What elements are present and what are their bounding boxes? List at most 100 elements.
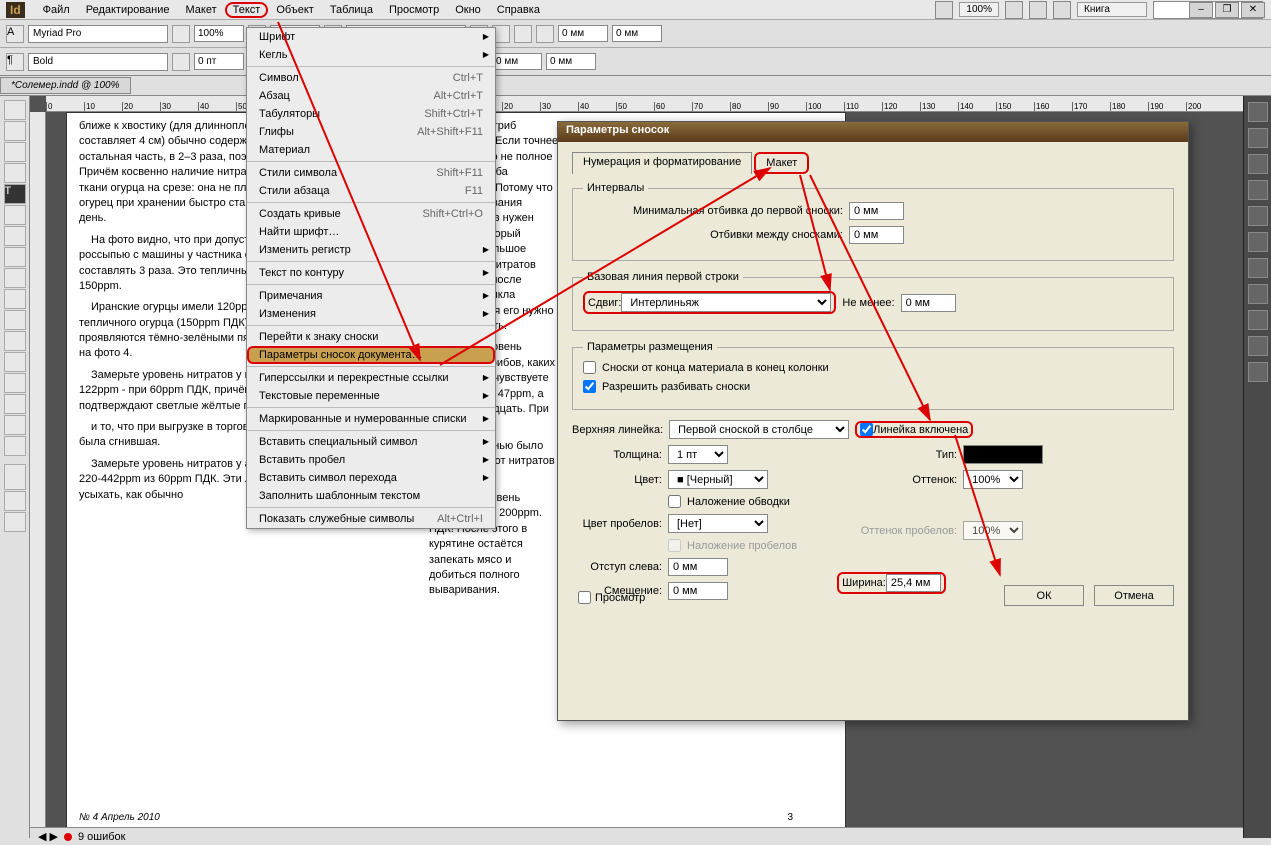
select-color[interactable]: ■ [Черный] [668, 470, 768, 489]
error-count[interactable]: 9 ошибок [78, 831, 126, 843]
menu-item[interactable]: Изменить регистр [247, 241, 495, 259]
select-tint[interactable]: 100% [963, 470, 1023, 489]
document-tab[interactable]: *Солемер.indd @ 100% [0, 77, 131, 94]
rect-tool[interactable] [4, 289, 26, 309]
menu-item[interactable]: Стили абзацаF11 [247, 182, 495, 200]
page-nav[interactable]: ◀ ▶ [38, 830, 58, 843]
rect-frame-tool[interactable] [4, 268, 26, 288]
story-icon[interactable] [1248, 336, 1268, 356]
font-family[interactable]: Myriad Pro [28, 25, 168, 43]
menu-item[interactable]: Вставить пробел [247, 451, 495, 469]
swatches-panel-icon[interactable] [1248, 232, 1268, 252]
leading[interactable]: 0 пт [194, 53, 244, 70]
color-panel-icon[interactable] [1248, 206, 1268, 226]
menu-item[interactable]: Стили символаShift+F11 [247, 164, 495, 182]
glyphs-icon[interactable] [1248, 310, 1268, 330]
bridge-icon[interactable] [935, 1, 953, 19]
hscale[interactable]: 100% [194, 25, 244, 42]
input-width[interactable] [886, 574, 941, 592]
gradient-tool[interactable] [4, 352, 26, 372]
screen-mode[interactable] [4, 512, 26, 532]
workspace-icon[interactable] [1053, 1, 1071, 19]
leading-icon[interactable] [172, 53, 190, 71]
pen-tool[interactable] [4, 226, 26, 246]
menu-edit[interactable]: Редактирование [78, 2, 178, 18]
transform-tool[interactable] [4, 331, 26, 351]
arrange-icon[interactable] [1029, 1, 1047, 19]
menu-item[interactable]: Вставить специальный символ [247, 433, 495, 451]
chk-end-column[interactable] [583, 361, 596, 374]
window-close[interactable]: ✕ [1241, 2, 1265, 18]
indent-right[interactable]: 0 мм [612, 25, 662, 42]
indent-left[interactable]: 0 мм [558, 25, 608, 42]
page-tool[interactable] [4, 142, 26, 162]
pencil-tool[interactable] [4, 247, 26, 267]
fill-stroke[interactable] [4, 464, 26, 490]
ok-button[interactable]: ОК [1004, 585, 1084, 606]
eyedropper-tool[interactable] [4, 394, 26, 414]
menu-item[interactable]: Найти шрифт… [247, 223, 495, 241]
menu-item[interactable]: Шрифт [247, 28, 495, 46]
pages-panel-icon[interactable] [1248, 102, 1268, 122]
links-panel-icon[interactable] [1248, 154, 1268, 174]
menu-file[interactable]: Файл [35, 2, 78, 18]
chk-split[interactable] [583, 380, 596, 393]
direct-select-tool[interactable] [4, 121, 26, 141]
char-styles-icon[interactable] [1248, 284, 1268, 304]
tt-icon[interactable] [172, 25, 190, 43]
menu-window[interactable]: Окно [447, 2, 489, 18]
type-tool[interactable]: T [4, 184, 26, 204]
stroke-panel-icon[interactable] [1248, 180, 1268, 200]
window-maximize[interactable]: ❐ [1215, 2, 1239, 18]
menu-item[interactable]: Примечания [247, 287, 495, 305]
menu-item[interactable]: Материал [247, 141, 495, 159]
menu-item[interactable]: Маркированные и нумерованные списки [247, 410, 495, 428]
menu-item[interactable]: ГлифыAlt+Shift+F11 [247, 123, 495, 141]
line-tool[interactable] [4, 205, 26, 225]
menu-item[interactable]: Изменения [247, 305, 495, 323]
menu-object[interactable]: Объект [268, 2, 321, 18]
tab-layout[interactable]: Макет [754, 152, 809, 174]
zoom-tool[interactable] [4, 436, 26, 456]
window-minimize[interactable]: – [1189, 2, 1213, 18]
input-between[interactable] [849, 226, 904, 244]
screen-mode-icon[interactable] [1005, 1, 1023, 19]
scissors-tool[interactable] [4, 310, 26, 330]
chk-preview[interactable] [578, 591, 591, 604]
cancel-button[interactable]: Отмена [1094, 585, 1174, 606]
menu-help[interactable]: Справка [489, 2, 548, 18]
input-left-indent[interactable] [668, 558, 728, 576]
para-icon[interactable]: ¶ [6, 53, 24, 71]
menu-item[interactable]: ТабуляторыShift+Ctrl+T [247, 105, 495, 123]
apply-color[interactable] [4, 491, 26, 511]
chk-overprint[interactable] [668, 495, 681, 508]
menu-item[interactable]: Текстовые переменные [247, 387, 495, 405]
workspace-select[interactable]: Книга [1077, 2, 1147, 17]
input-atleast[interactable] [901, 294, 956, 312]
select-rule-above[interactable]: Первой сноской в столбце [669, 420, 849, 439]
menu-item[interactable]: Параметры сносок документа… [247, 346, 495, 364]
font-weight[interactable]: Bold [28, 53, 168, 71]
zoom-level[interactable]: 100% [959, 2, 999, 17]
menu-view[interactable]: Просмотр [381, 2, 447, 18]
gap-tool[interactable] [4, 163, 26, 183]
select-weight[interactable]: 1 пт [668, 445, 728, 464]
tab-numbering[interactable]: Нумерация и форматирование [572, 152, 752, 174]
menu-item[interactable]: АбзацAlt+Ctrl+T [247, 87, 495, 105]
justify-icon[interactable] [536, 25, 554, 43]
select-offset[interactable]: Интерлиньяж [621, 293, 831, 312]
menu-item[interactable]: Кегль [247, 46, 495, 64]
menu-layout[interactable]: Макет [178, 2, 225, 18]
selection-tool[interactable] [4, 100, 26, 120]
menu-text[interactable]: Текст [225, 2, 269, 18]
menu-item[interactable]: Текст по контуру [247, 264, 495, 282]
space-before[interactable]: 0 мм [492, 53, 542, 70]
input-offset2[interactable] [668, 582, 728, 600]
hand-tool[interactable] [4, 415, 26, 435]
align-right-icon[interactable] [514, 25, 532, 43]
menu-table[interactable]: Таблица [322, 2, 381, 18]
note-tool[interactable] [4, 373, 26, 393]
menu-item[interactable]: Гиперссылки и перекрестные ссылки [247, 369, 495, 387]
menu-item[interactable]: СимволCtrl+T [247, 69, 495, 87]
char-icon[interactable]: A [6, 25, 24, 43]
